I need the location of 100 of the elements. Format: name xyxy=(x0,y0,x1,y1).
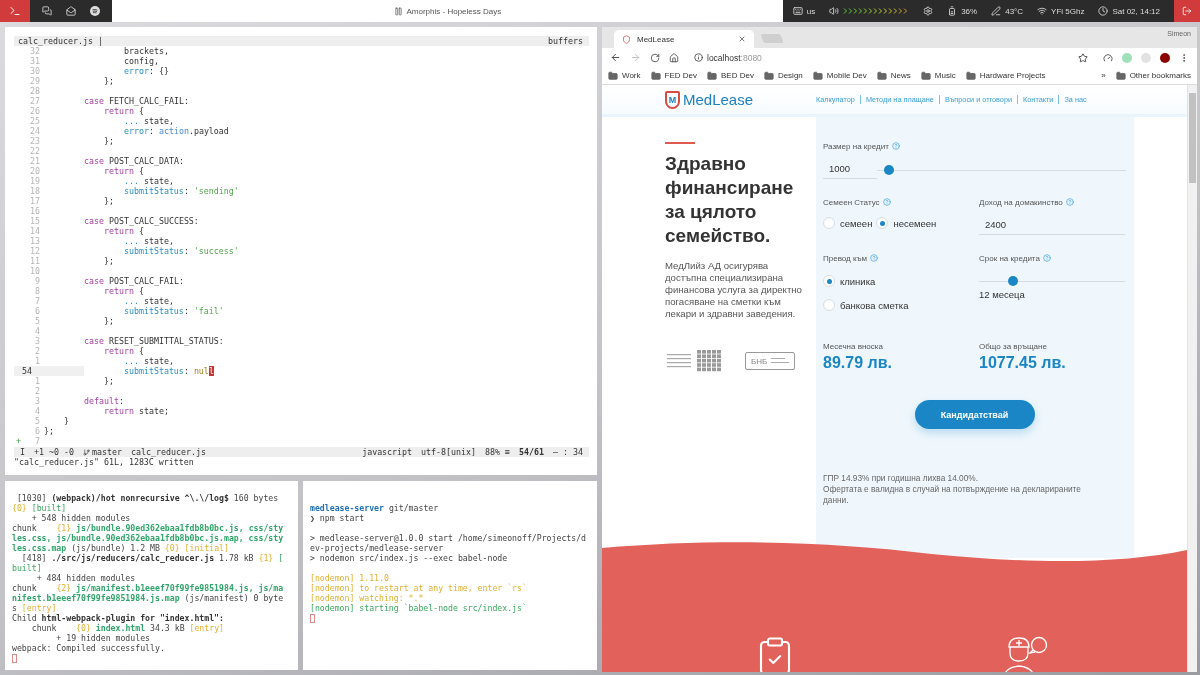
bookmark-folder[interactable]: Other bookmarks xyxy=(1115,70,1191,81)
back-icon[interactable] xyxy=(610,52,621,63)
scrollbar[interactable] xyxy=(1187,85,1197,672)
settings-icon[interactable] xyxy=(923,6,934,16)
result-value: 89.79 лв. xyxy=(823,354,893,372)
line-number: 3 xyxy=(34,396,41,406)
bookmark-folder[interactable]: Mobile Dev xyxy=(812,70,867,81)
accent-line xyxy=(665,142,695,144)
slider-thumb[interactable] xyxy=(1007,276,1018,286)
radio-button[interactable] xyxy=(823,299,835,311)
terminal-icon xyxy=(9,5,21,17)
terminal-line: les.css.map (js/bundle) 1.2 MB {0} [initial] xyxy=(12,543,230,553)
bookmark-folder[interactable]: Work xyxy=(608,70,641,81)
file-type: javascript xyxy=(362,447,413,457)
bookmark-star-icon[interactable] xyxy=(1078,52,1088,63)
code-line: return state; xyxy=(102,406,169,416)
extension-icon[interactable] xyxy=(1160,52,1170,63)
income-input[interactable]: 2400 xyxy=(979,217,1125,235)
line-number: 29 xyxy=(29,76,41,86)
slider-thumb[interactable] xyxy=(884,165,895,175)
terminal-cursor xyxy=(12,654,17,663)
result-value: 1077.45 лв. xyxy=(979,354,1067,372)
line-number: 6 xyxy=(34,306,41,316)
terminal-line: ❯ npm start xyxy=(310,513,366,523)
radio-option[interactable]: несемеен xyxy=(876,217,937,229)
bookmark-folder[interactable]: Design xyxy=(763,70,803,81)
code-line: case FETCH_CALC_FAIL: xyxy=(82,96,189,106)
code-line: submitStatus: 'sending' xyxy=(122,186,239,196)
terminal-line: [nodemon] watching: *.* xyxy=(310,593,425,603)
buffers-label: buffers xyxy=(548,36,583,46)
gauge-icon[interactable] xyxy=(1103,52,1113,63)
line-number: 22 xyxy=(29,146,41,156)
git-sign: + xyxy=(16,436,21,446)
keyboard-icon xyxy=(792,6,803,16)
field-label: Доход на домакинство xyxy=(979,197,1126,207)
code-line: return { xyxy=(102,346,144,356)
radio-button[interactable] xyxy=(876,217,889,229)
bank-badge: БНБ xyxy=(745,352,796,370)
music-app-icon[interactable] xyxy=(90,6,100,16)
branch-icon xyxy=(82,448,90,456)
chat-icon[interactable] xyxy=(42,6,52,16)
terminal-line: chunk {0} index.html 34.3 kB [entry] xyxy=(30,623,225,633)
bookmark-folder[interactable]: Music xyxy=(920,70,956,81)
line-number: 9 xyxy=(34,276,41,286)
line-number: 26 xyxy=(29,106,41,116)
code-line: brackets, xyxy=(122,46,169,56)
address-bar[interactable]: localhost:8080 xyxy=(688,49,1094,66)
line-number: 14 xyxy=(29,226,41,236)
battery-icon xyxy=(947,6,958,16)
scroll-percent: 88% ≡ xyxy=(485,447,511,457)
line-number: 20 xyxy=(29,166,41,176)
code-line: ... state, xyxy=(122,236,174,246)
terminal-line: Child html-webpack-plugin for "index.html": xyxy=(12,613,225,623)
line-number: 1 xyxy=(34,376,41,386)
radio-button[interactable] xyxy=(823,217,835,229)
buffer-name[interactable]: calc_reducer.js | xyxy=(18,36,103,46)
code-line: error: action.payload xyxy=(122,126,229,136)
browser-tab[interactable]: MedLease xyxy=(614,30,754,48)
field-label: Превод към xyxy=(823,253,979,263)
branch-name: master xyxy=(91,447,122,457)
mail-icon[interactable] xyxy=(66,6,76,16)
more-bookmarks[interactable]: » xyxy=(1101,71,1106,80)
code-line: ... state, xyxy=(122,296,174,306)
bookmark-folder[interactable]: News xyxy=(876,70,911,81)
command-message: "calc_reducer.js" 61L, 1283C written xyxy=(14,457,195,467)
terminal-line: [nodemon] starting `babel-node src/index.js` xyxy=(310,603,528,613)
scrollbar-thumb[interactable] xyxy=(1189,93,1196,183)
close-icon[interactable] xyxy=(738,35,746,43)
folder-icon xyxy=(650,70,661,81)
code-line: case POST_CALC_FAIL: xyxy=(82,276,184,286)
bookmark-folder[interactable]: Hardware Projects xyxy=(965,70,1046,81)
pause-icon[interactable] xyxy=(393,6,403,16)
terminal-button[interactable] xyxy=(0,0,30,22)
line-number: 24 xyxy=(29,126,41,136)
terminal-line: built] xyxy=(12,563,43,573)
result-label: Месечна вноска xyxy=(823,341,884,351)
bookmark-folder[interactable]: FED Dev xyxy=(650,70,697,81)
code-line: return { xyxy=(102,166,144,176)
line-number: 5 xyxy=(34,316,41,326)
terminal-line: [418] ./src/js/reducers/calc_reducer.js 1.78 kB {1} [ xyxy=(20,553,285,563)
line-number: 11 xyxy=(29,256,41,266)
apply-button[interactable]: Кандидатствай xyxy=(914,400,1035,429)
hero-text: МедЛийз АД осигурява достъпна специализирана финансова услуга за директно погасяване на сметки към лекари и здравни заведения. xyxy=(665,260,803,320)
terminal-line: medlease-server git/master xyxy=(310,503,440,513)
code-line: config, xyxy=(122,56,159,66)
home-icon[interactable] xyxy=(669,52,679,63)
radio-option[interactable]: семеен xyxy=(823,217,873,229)
line-number: 10 xyxy=(29,266,41,276)
git-changes: +1 ~0 -0 xyxy=(34,447,74,457)
radio-option[interactable]: клиника xyxy=(823,275,979,287)
bookmark-folder[interactable]: BED Dev xyxy=(707,70,754,81)
code-line: }; xyxy=(102,136,114,146)
logout-button[interactable] xyxy=(1174,0,1200,22)
folder-icon xyxy=(608,70,618,81)
radio-option[interactable]: банкова сметка xyxy=(823,299,979,311)
line-number: 18 xyxy=(29,186,41,196)
radio-button[interactable] xyxy=(823,275,835,287)
file-encoding: utf-8[unix] xyxy=(421,447,477,457)
reload-icon[interactable] xyxy=(650,52,660,63)
terminal-line: chunk {2} js/manifest.b1eeef70f99fe9851984.js, js/ma xyxy=(12,583,285,593)
